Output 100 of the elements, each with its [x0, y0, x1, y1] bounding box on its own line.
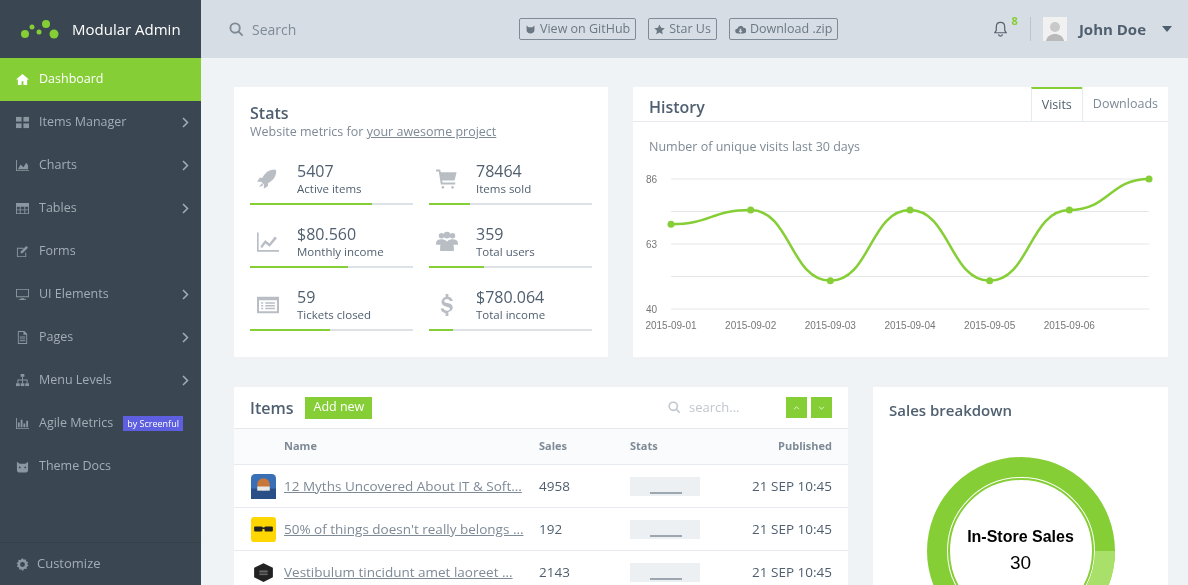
cart-icon [435, 167, 458, 190]
user-name[interactable]: John Doe [1078, 17, 1146, 41]
stat-label: Monthly income [297, 243, 384, 260]
column-header: Stats [630, 438, 659, 455]
sidebar-item[interactable]: Charts [0, 144, 201, 187]
search-input[interactable]: Search [252, 18, 452, 40]
area-chart-icon [16, 159, 29, 172]
grid-icon [16, 116, 29, 129]
sidebar-item[interactable]: Items Manager [0, 101, 201, 144]
document-icon [16, 331, 29, 344]
header-button[interactable]: View on GitHub [519, 18, 637, 40]
chevron-up-icon [793, 405, 800, 410]
sidebar-item[interactable]: Theme Docs [0, 445, 201, 488]
axis-label: 2015-09-05 [964, 319, 1016, 331]
star-icon [654, 23, 666, 35]
column-header: Name [283, 438, 318, 455]
search-field[interactable]: Search [229, 18, 519, 40]
stat-label: Items sold [476, 180, 532, 197]
item-link[interactable]: 50% of things doesn't really belongs ... [284, 519, 524, 538]
data-point [1145, 175, 1153, 183]
column-header: Sales [539, 438, 569, 455]
stat-label: Tickets closed [297, 306, 372, 323]
chart-caption: Number of unique visits last 30 days [648, 137, 861, 157]
stat-value: 5407 [297, 160, 335, 181]
table-cell-text: 21 SEP 10:45 [751, 561, 833, 583]
badge: by Screenful [123, 416, 183, 431]
stat-value: $80.560 [297, 223, 358, 244]
edit-icon [16, 245, 29, 258]
axis-label: 2015-09-04 [884, 319, 936, 331]
data-point [747, 206, 755, 214]
cat-icon [16, 460, 29, 473]
github-icon [525, 23, 536, 35]
table-cell-text: 21 SEP 10:45 [751, 518, 833, 540]
axis-label: 40 [645, 303, 657, 315]
search-field[interactable]: search... [668, 397, 774, 418]
data-point [906, 206, 914, 214]
stat-value: $780.064 [476, 286, 546, 307]
axis-label: 2015-09-06 [1043, 319, 1095, 331]
item-link[interactable]: 12 Myths Uncovered About IT & Soft... [284, 476, 522, 495]
axis-label: 2015-09-01 [645, 319, 697, 331]
search-icon [229, 21, 244, 37]
monitor-icon [16, 288, 29, 301]
sidebar-item[interactable]: Forms [0, 230, 201, 273]
card-title: History [648, 95, 706, 120]
bar-chart-icon [16, 417, 29, 430]
column-header: Published [777, 438, 833, 455]
sidebar-item[interactable]: Pages [0, 316, 201, 359]
data-point [1065, 206, 1073, 214]
sidebar-item[interactable]: UI Elements [0, 273, 201, 316]
brand-name: Modular Admin [72, 17, 181, 41]
caret-icon[interactable] [1162, 26, 1172, 32]
sidebar-item[interactable]: Agile Metrics by Screenful [0, 402, 201, 445]
data-point [986, 277, 994, 284]
project-link[interactable]: your awesome project [366, 123, 497, 140]
stat-value: 359 [476, 223, 505, 244]
sitemap-icon [16, 374, 29, 387]
notification-count: 8 [1011, 12, 1018, 30]
card-title: Sales breakdown [888, 399, 1013, 422]
item-link[interactable]: Vestibulum tincidunt amet laoreet ... [284, 562, 513, 581]
line-chart-icon [256, 230, 279, 253]
customize-link[interactable]: Customize [37, 554, 101, 574]
cloud-download-icon [734, 23, 746, 35]
table-icon [16, 202, 29, 215]
data-point [667, 220, 675, 228]
chart-tab[interactable]: Visits [1030, 87, 1082, 121]
table-cell-text: 21 SEP 10:45 [751, 475, 833, 497]
table-cell-text: 2143 [539, 561, 571, 583]
sparkline-drawing [630, 519, 700, 539]
search-input[interactable]: search... [689, 397, 774, 418]
sidebar-item[interactable]: Tables [0, 187, 201, 230]
stat-label: Total users [476, 243, 535, 260]
donut-label: In-Store Sales [967, 527, 1074, 547]
card-title: Stats [250, 103, 290, 123]
data-point [826, 277, 834, 284]
sidebar-item[interactable]: Menu Levels [0, 359, 201, 402]
stat-value: 78464 [476, 160, 523, 181]
table-cell-text: 4958 [539, 475, 571, 497]
header-button[interactable]: Download .zip [728, 18, 839, 40]
users-icon [435, 230, 458, 253]
sparkline-drawing [630, 476, 700, 496]
search-icon [668, 401, 681, 414]
stat-value: 59 [297, 286, 317, 307]
chevron-down-icon [818, 405, 825, 410]
bell-icon[interactable] [992, 21, 1008, 37]
card-subtitle: Website metrics for your awesome project [250, 123, 498, 142]
rocket-icon [256, 167, 279, 190]
stat-label: Total income [476, 306, 546, 323]
home-icon [16, 73, 29, 86]
donut-value: 30 [1009, 551, 1032, 575]
header-button[interactable]: Star Us [648, 18, 717, 40]
gear-icon [16, 557, 29, 571]
axis-label: 2015-09-03 [804, 319, 856, 331]
axis-label: 2015-09-02 [725, 319, 777, 331]
axis-label: 63 [645, 238, 657, 250]
avatar-icon [1042, 17, 1067, 41]
stat-label: Active items [297, 180, 362, 197]
logo-icon [20, 19, 60, 39]
table-cell-text: 192 [539, 518, 564, 540]
sparkline-drawing [630, 562, 700, 582]
card-title: Items [250, 395, 294, 420]
